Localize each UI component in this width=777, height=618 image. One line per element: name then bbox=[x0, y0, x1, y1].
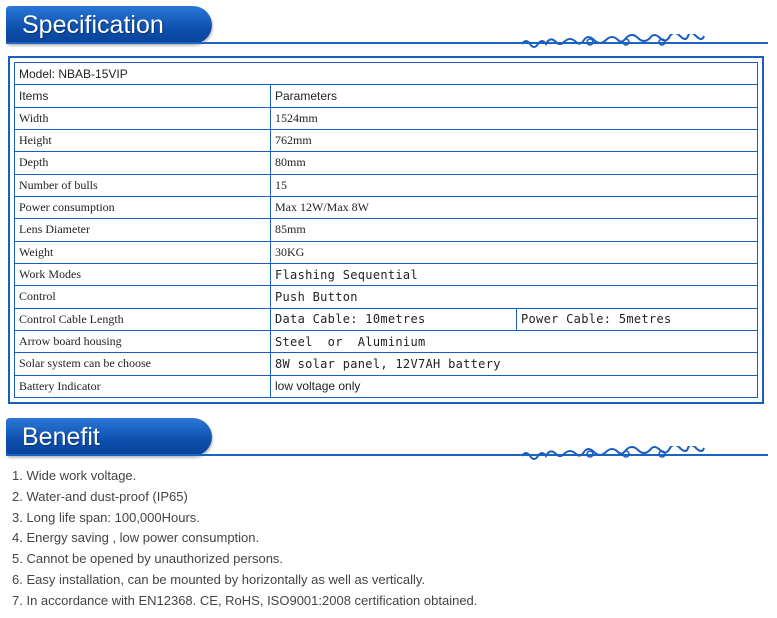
item-cell: Control Cable Length bbox=[14, 307, 271, 331]
table-row: Power consumption Max 12W/Max 8W bbox=[14, 195, 758, 220]
specification-title: Specification bbox=[22, 11, 164, 39]
table-row: Height 762mm bbox=[14, 128, 758, 153]
table-row: Items Parameters bbox=[14, 84, 758, 108]
list-item: 3. Long life span: 100,000Hours. bbox=[12, 509, 200, 525]
list-item: 7. In accordance with EN12368. CE, RoHS,… bbox=[12, 592, 478, 608]
specification-tab: Specification bbox=[6, 6, 212, 44]
table-row: Solar system can be choose 8W solar pane… bbox=[14, 352, 758, 376]
param2-cell: Power Cable: 5metres bbox=[516, 307, 758, 331]
list-item: 2. Water-and dust-proof (IP65) bbox=[12, 488, 188, 504]
item-cell: Arrow board housing bbox=[14, 329, 271, 354]
benefit-tab: Benefit bbox=[6, 418, 212, 456]
item-cell: Control bbox=[14, 285, 271, 309]
benefit-list: 1. Wide work voltage. 2. Water-and dust-… bbox=[12, 466, 477, 612]
table-row: Number of bulls 15 bbox=[14, 173, 758, 197]
item-cell: Weight bbox=[14, 240, 271, 264]
list-item: 4. Energy saving , low power consumption… bbox=[12, 530, 260, 546]
benefit-header: Benefit bbox=[0, 418, 777, 464]
table-row: Control Push Button bbox=[14, 285, 758, 309]
scroll-ornament-icon bbox=[521, 34, 705, 48]
param-cell: 30KG bbox=[270, 240, 758, 264]
list-item: 5. Cannot be opened by unauthorized pers… bbox=[12, 551, 284, 567]
param-cell: 80mm bbox=[270, 151, 758, 175]
param-cell: Max 12W/Max 8W bbox=[270, 195, 758, 220]
table-row: Control Cable Length Data Cable: 10metre… bbox=[14, 307, 758, 331]
table-row: Work Modes Flashing Sequential bbox=[14, 262, 758, 287]
item-cell: Width bbox=[14, 106, 271, 130]
table-row: Weight 30KG bbox=[14, 240, 758, 264]
table-row: Lens Diameter 85mm bbox=[14, 218, 758, 242]
param-cell: Push Button bbox=[270, 285, 758, 309]
param-cell: Flashing Sequential bbox=[270, 262, 758, 287]
param-cell: Steel or Aluminium bbox=[270, 329, 758, 354]
item-cell: Solar system can be choose bbox=[14, 352, 271, 376]
list-item: 1. Wide work voltage. bbox=[12, 468, 137, 483]
benefit-title: Benefit bbox=[22, 423, 100, 451]
table-row: Battery Indicator low voltage only bbox=[14, 374, 758, 399]
param-cell: 85mm bbox=[270, 218, 758, 242]
item-cell: Height bbox=[14, 128, 271, 153]
param-cell: Data Cable: 10metres bbox=[270, 307, 517, 331]
model-cell: Model: NBAB-15VIP bbox=[14, 61, 758, 86]
item-cell: Number of bulls bbox=[14, 173, 271, 197]
table-row: Arrow board housing Steel or Aluminium bbox=[14, 329, 758, 354]
param-cell: Parameters bbox=[270, 84, 758, 108]
list-item: 6. Easy installation, can be mounted by … bbox=[12, 571, 426, 587]
item-cell: Items bbox=[14, 84, 271, 108]
specification-header: Specification bbox=[0, 6, 777, 52]
table-row: Depth 80mm bbox=[14, 151, 758, 175]
item-cell: Lens Diameter bbox=[14, 218, 271, 242]
specification-table-frame: Model: NBAB-15VIP Items Parameters Width… bbox=[8, 56, 764, 404]
param-cell: 8W solar panel, 12V7AH battery bbox=[270, 352, 758, 376]
scroll-ornament-icon bbox=[521, 446, 705, 460]
table-row: Width 1524mm bbox=[14, 106, 758, 130]
specification-table: Model: NBAB-15VIP Items Parameters Width… bbox=[14, 61, 758, 399]
table-row: Model: NBAB-15VIP bbox=[14, 61, 758, 86]
param-cell: 762mm bbox=[270, 128, 758, 153]
item-cell: Depth bbox=[14, 151, 271, 175]
param-cell: 1524mm bbox=[270, 106, 758, 130]
param-cell: 15 bbox=[270, 173, 758, 197]
item-cell: Power consumption bbox=[14, 195, 271, 220]
item-cell: Battery Indicator bbox=[14, 374, 271, 399]
param-cell: low voltage only bbox=[270, 374, 758, 399]
item-cell: Work Modes bbox=[14, 262, 271, 287]
